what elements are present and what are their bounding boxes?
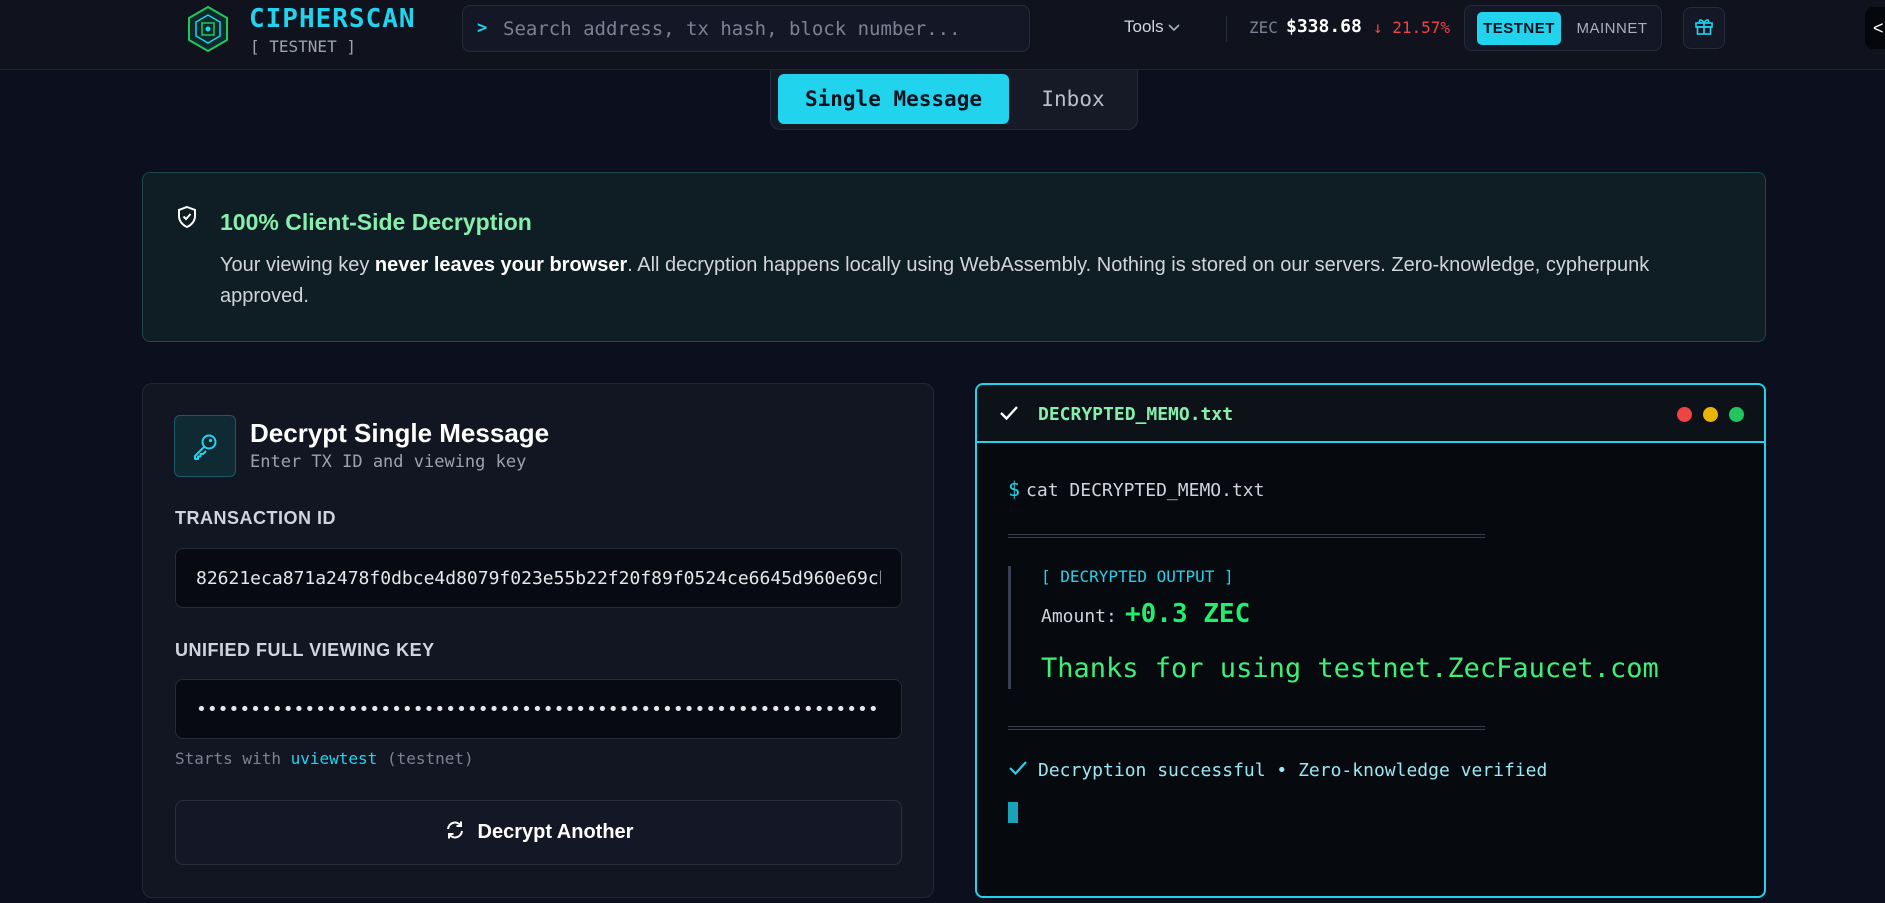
price-value: $338.68 <box>1286 16 1362 37</box>
chevron-down-icon <box>1168 20 1180 35</box>
panel-subtitle: Enter TX ID and viewing key <box>250 452 527 472</box>
prompt-symbol: $ <box>1008 477 1021 501</box>
amount-value: +0.3 ZEC <box>1125 599 1251 629</box>
brand-name[interactable]: CIPHERSCAN <box>249 4 416 34</box>
window-maximize-dot <box>1729 407 1744 422</box>
mode-tabs: Single Message Inbox <box>770 70 1138 130</box>
decrypt-another-button[interactable]: Decrypt Another <box>175 800 902 865</box>
banner-title: 100% Client-Side Decryption <box>220 209 532 235</box>
success-check-icon <box>1008 760 1028 781</box>
price-ticker-label: ZEC <box>1249 18 1278 37</box>
terminal-title-bar: DECRYPTED_MEMO.txt <box>977 385 1764 443</box>
window-minimize-dot <box>1703 407 1718 422</box>
tx-id-field[interactable] <box>175 548 902 608</box>
mainnet-button[interactable]: MAINNET <box>1567 12 1657 45</box>
network-indicator: [ TESTNET ] <box>250 37 356 56</box>
refresh-icon <box>444 819 466 847</box>
search-prompt-icon: > <box>477 18 488 38</box>
header-divider <box>1226 16 1227 42</box>
tx-id-label: TRANSACTION ID <box>175 508 336 528</box>
divider-top <box>1008 534 1485 538</box>
viewing-key-label: UNIFIED FULL VIEWING KEY <box>175 640 435 660</box>
tab-inbox[interactable]: Inbox <box>1011 74 1135 124</box>
share-icon[interactable]: < <box>1865 7 1885 49</box>
privacy-banner: 100% Client-Side Decryption Your viewing… <box>142 172 1766 342</box>
banner-emphasis: never leaves your browser <box>374 254 628 276</box>
decrypt-form-panel: Decrypt Single Message Enter TX ID and v… <box>142 383 934 898</box>
top-header: CIPHERSCAN [ TESTNET ] > Tools ZEC $338.… <box>0 0 1885 70</box>
cipherscan-logo-icon[interactable] <box>186 5 230 53</box>
testnet-button[interactable]: TESTNET <box>1477 12 1561 45</box>
network-switch: TESTNET MAINNET <box>1464 5 1662 51</box>
check-icon <box>999 404 1019 426</box>
panel-title: Decrypt Single Message <box>250 418 550 448</box>
gift-button[interactable] <box>1683 7 1725 49</box>
status-text: Decryption successful • Zero-knowledge v… <box>1038 760 1548 781</box>
decrypt-another-label: Decrypt Another <box>477 821 634 843</box>
tab-single-message[interactable]: Single Message <box>778 74 1009 124</box>
memo-text: Thanks for using testnet.ZecFaucet.com <box>1041 653 1659 684</box>
search-bar[interactable]: > <box>462 5 1030 52</box>
tools-label: Tools <box>1124 17 1164 36</box>
key-icon <box>174 415 236 477</box>
output-label: [ DECRYPTED OUTPUT ] <box>1041 567 1234 586</box>
terminal-filename: DECRYPTED_MEMO.txt <box>1038 404 1234 425</box>
search-input[interactable] <box>503 14 1013 44</box>
shield-check-icon <box>176 205 198 234</box>
viewing-key-hint: Starts with uviewtest (testnet) <box>175 749 474 768</box>
divider-bottom <box>1008 726 1485 730</box>
price-change: ↓ 21.57% <box>1373 18 1451 37</box>
output-accent-bar <box>1008 566 1011 689</box>
tx-id-input[interactable] <box>176 549 901 607</box>
viewing-key-field[interactable] <box>175 679 902 739</box>
amount-label: Amount: <box>1041 606 1117 627</box>
banner-text: Your viewing key never leaves your brows… <box>220 254 1650 307</box>
hint-keyword: uviewtest <box>290 749 378 768</box>
decrypted-memo-terminal: DECRYPTED_MEMO.txt $ cat DECRYPTED_MEMO.t… <box>975 383 1766 898</box>
window-close-dot <box>1677 407 1692 422</box>
tools-menu-button[interactable]: Tools <box>1124 17 1180 37</box>
gift-icon <box>1694 16 1714 41</box>
terminal-cursor <box>1008 802 1018 823</box>
decryption-status: Decryption successful • Zero-knowledge v… <box>1008 760 1547 781</box>
terminal-command: $ cat DECRYPTED_MEMO.txt <box>1008 477 1265 501</box>
viewing-key-input[interactable] <box>176 680 901 738</box>
